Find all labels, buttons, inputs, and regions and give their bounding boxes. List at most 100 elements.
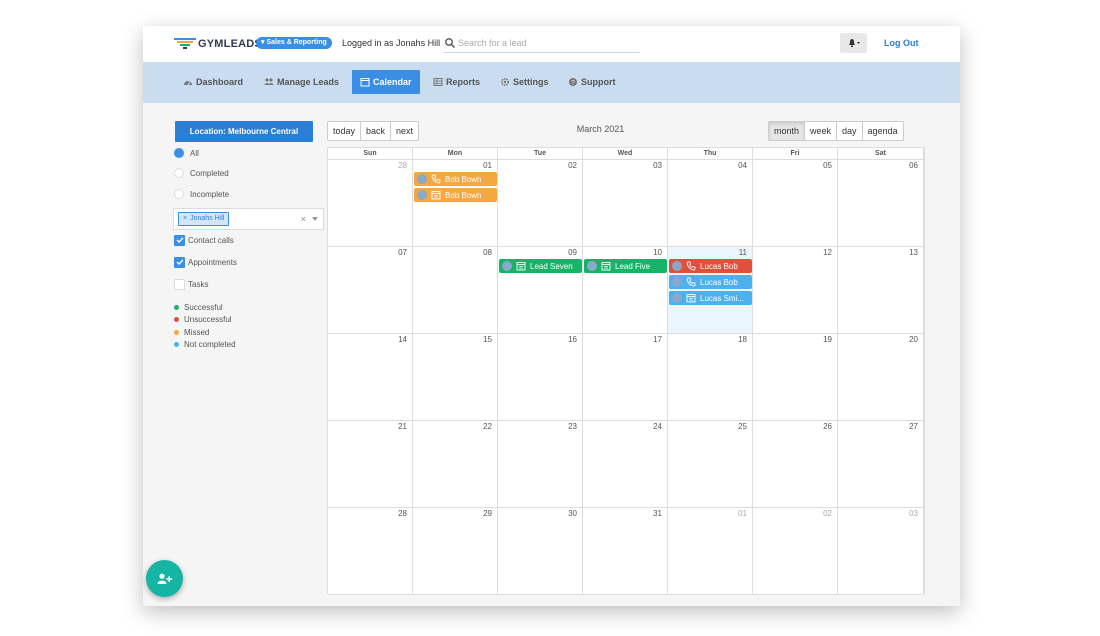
- checkbox[interactable]: [174, 234, 185, 246]
- filter-all[interactable]: All: [174, 146, 199, 160]
- day-cell[interactable]: 04: [668, 160, 753, 247]
- day-cell[interactable]: 26: [753, 421, 838, 508]
- calendar-event[interactable]: Lucas Bob: [669, 259, 752, 273]
- day-cell[interactable]: 06: [838, 160, 924, 247]
- day-number[interactable]: 12: [823, 248, 832, 257]
- day-number[interactable]: 25: [738, 422, 747, 431]
- view-week-button[interactable]: week: [805, 122, 838, 140]
- day-number[interactable]: 18: [738, 335, 747, 344]
- day-number[interactable]: 02: [568, 161, 577, 170]
- checkbox-contact-calls[interactable]: Contact calls: [174, 233, 234, 247]
- calendar-event[interactable]: Lead Seven: [499, 259, 582, 273]
- day-cell[interactable]: 29: [413, 508, 498, 595]
- day-cell[interactable]: 03: [583, 160, 668, 247]
- day-cell[interactable]: 31: [583, 508, 668, 595]
- day-cell[interactable]: 22: [413, 421, 498, 508]
- day-number[interactable]: 24: [653, 422, 662, 431]
- day-cell[interactable]: 13: [838, 247, 924, 334]
- calendar-event[interactable]: Bob Bown: [414, 172, 497, 186]
- calendar-event[interactable]: Lucas Smi...: [669, 291, 752, 305]
- day-number[interactable]: 04: [738, 161, 747, 170]
- day-cell[interactable]: 03: [838, 508, 924, 595]
- day-cell[interactable]: 20: [838, 334, 924, 421]
- add-lead-fab[interactable]: [146, 560, 183, 597]
- day-number[interactable]: 23: [568, 422, 577, 431]
- day-cell[interactable]: 08: [413, 247, 498, 334]
- day-cell[interactable]: 02: [498, 160, 583, 247]
- day-cell[interactable]: 19: [753, 334, 838, 421]
- gymleads-logo[interactable]: GYMLEADS: [174, 36, 262, 52]
- day-cell[interactable]: 01: [668, 508, 753, 595]
- day-cell[interactable]: 15: [413, 334, 498, 421]
- day-cell[interactable]: 27: [838, 421, 924, 508]
- day-number[interactable]: 07: [398, 248, 407, 257]
- day-cell[interactable]: 25: [668, 421, 753, 508]
- day-number[interactable]: 13: [909, 248, 918, 257]
- day-number[interactable]: 11: [739, 248, 747, 257]
- today-button[interactable]: today: [328, 122, 362, 140]
- user-chip[interactable]: × Jonahs Hill: [178, 212, 230, 226]
- day-cell[interactable]: 23: [498, 421, 583, 508]
- day-number[interactable]: 29: [483, 509, 492, 518]
- chevron-down-icon[interactable]: [312, 217, 318, 221]
- radio-button[interactable]: [174, 148, 184, 158]
- radio-button[interactable]: [174, 168, 184, 178]
- day-number[interactable]: 02: [823, 509, 832, 518]
- product-switcher-badge[interactable]: ▾ Sales & Reporting: [256, 37, 332, 49]
- back-button[interactable]: back: [361, 122, 392, 140]
- day-number[interactable]: 01: [738, 509, 747, 518]
- day-number[interactable]: 28: [398, 161, 407, 170]
- calendar-event[interactable]: Lucas Bob: [669, 275, 752, 289]
- day-cell[interactable]: 30: [498, 508, 583, 595]
- nav-support[interactable]: ? Support: [560, 70, 624, 94]
- day-number[interactable]: 10: [653, 248, 662, 257]
- view-agenda-button[interactable]: agenda: [863, 122, 903, 140]
- day-cell[interactable]: 18: [668, 334, 753, 421]
- day-number[interactable]: 20: [909, 335, 918, 344]
- nav-settings[interactable]: Settings: [492, 70, 557, 94]
- search-input[interactable]: [458, 38, 628, 48]
- radio-button[interactable]: [174, 189, 184, 199]
- day-number[interactable]: 26: [823, 422, 832, 431]
- checkbox-tasks[interactable]: Tasks: [174, 277, 208, 291]
- nav-reports[interactable]: Reports: [425, 70, 488, 94]
- day-number[interactable]: 14: [398, 335, 407, 344]
- day-cell[interactable]: 16: [498, 334, 583, 421]
- day-number[interactable]: 09: [568, 248, 577, 257]
- checkbox-appointments[interactable]: Appointments: [174, 255, 237, 269]
- day-number[interactable]: 17: [653, 335, 662, 344]
- notifications-button[interactable]: [840, 33, 867, 53]
- day-number[interactable]: 05: [823, 161, 832, 170]
- day-number[interactable]: 08: [483, 248, 492, 257]
- calendar-event[interactable]: Bob Bown: [414, 188, 497, 202]
- filter-incomplete[interactable]: Incomplete: [174, 187, 229, 201]
- user-select[interactable]: × Jonahs Hill ×: [173, 208, 324, 230]
- day-cell[interactable]: 07: [328, 247, 413, 334]
- nav-manage-leads[interactable]: Manage Leads: [256, 70, 347, 94]
- day-number[interactable]: 28: [398, 509, 407, 518]
- day-cell[interactable]: 05: [753, 160, 838, 247]
- chip-remove-icon[interactable]: ×: [183, 215, 187, 222]
- day-cell[interactable]: 24: [583, 421, 668, 508]
- day-number[interactable]: 19: [823, 335, 832, 344]
- day-number[interactable]: 30: [568, 509, 577, 518]
- day-number[interactable]: 03: [653, 161, 662, 170]
- clear-icon[interactable]: ×: [301, 214, 306, 224]
- filter-completed[interactable]: Completed: [174, 166, 229, 180]
- calendar-event[interactable]: Lead Five: [584, 259, 667, 273]
- day-number[interactable]: 15: [483, 335, 492, 344]
- day-number[interactable]: 22: [483, 422, 492, 431]
- day-cell[interactable]: 17: [583, 334, 668, 421]
- nav-dashboard[interactable]: Dashboard: [175, 70, 251, 94]
- next-button[interactable]: next: [391, 122, 418, 140]
- nav-calendar[interactable]: Calendar: [352, 70, 420, 94]
- day-cell[interactable]: 28: [328, 508, 413, 595]
- day-number[interactable]: 16: [568, 335, 577, 344]
- day-cell[interactable]: 12: [753, 247, 838, 334]
- checkbox[interactable]: [174, 278, 185, 290]
- day-cell[interactable]: 14: [328, 334, 413, 421]
- view-day-button[interactable]: day: [837, 122, 863, 140]
- day-cell[interactable]: 28: [328, 160, 413, 247]
- day-number[interactable]: 27: [909, 422, 918, 431]
- logout-link[interactable]: Log Out: [884, 37, 919, 49]
